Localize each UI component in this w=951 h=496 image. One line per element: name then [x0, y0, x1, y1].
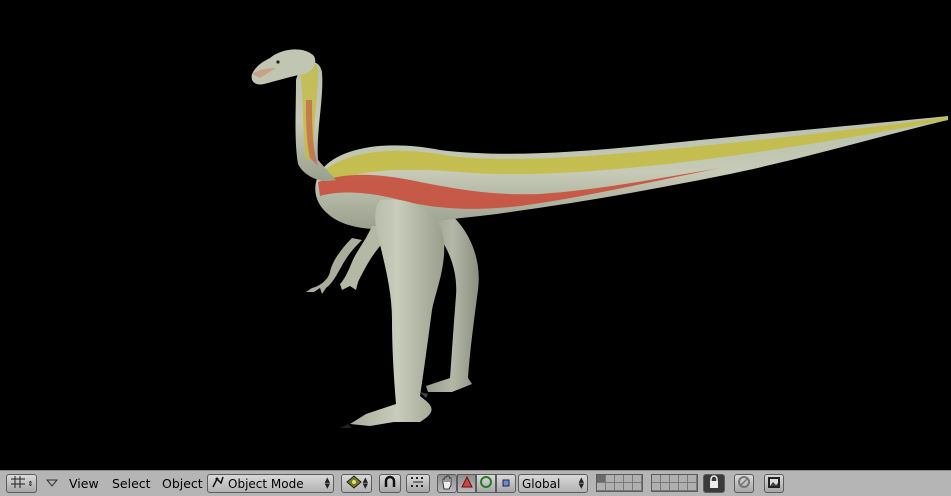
layer-buttons-group-1[interactable]	[596, 474, 643, 493]
3d-view-header: ⇕ View Select Object Object Mode ▲▼ ▲▼	[0, 470, 951, 496]
lock-icon	[708, 475, 720, 492]
scale-toggle[interactable]	[496, 474, 516, 493]
mode-select[interactable]: Object Mode ▲ ▼	[207, 474, 334, 493]
orientation-select-value: Global	[522, 476, 561, 491]
updown-arrows-icon: ▲ ▼	[578, 476, 584, 490]
triangle-icon	[460, 475, 473, 491]
render-button[interactable]	[764, 474, 784, 493]
menu-collapse-button[interactable]	[44, 474, 60, 493]
restrict-link-button[interactable]	[734, 474, 754, 493]
magnet-icon	[383, 475, 397, 492]
mode-select-value: Object Mode	[228, 476, 304, 491]
menu-select[interactable]: Select	[110, 474, 153, 493]
pivot-select[interactable]: ▲ ▼	[341, 474, 372, 493]
manipulator-toggle[interactable]	[437, 474, 457, 493]
square-icon	[501, 477, 511, 491]
link-icon	[737, 475, 751, 492]
layer-buttons-group-2[interactable]	[651, 474, 698, 493]
image-icon	[767, 476, 781, 492]
orientation-select[interactable]: Global ▲ ▼	[518, 474, 588, 493]
updown-arrows-icon: ⇕	[27, 479, 34, 488]
circle-icon	[479, 475, 493, 492]
pivot-cube-icon	[346, 475, 362, 492]
menu-object[interactable]: Object	[160, 474, 205, 493]
rotate-toggle[interactable]	[476, 474, 496, 493]
grid-icon	[10, 475, 26, 492]
object-mode-icon	[211, 475, 225, 492]
updown-arrows-icon: ▲ ▼	[362, 476, 368, 490]
dinosaur-model	[251, 49, 948, 428]
snap-button[interactable]	[406, 474, 430, 493]
triangle-down-icon	[45, 474, 59, 493]
proportional-edit-button[interactable]	[379, 474, 401, 493]
hand-icon	[440, 475, 454, 493]
translate-toggle[interactable]	[457, 474, 476, 493]
editor-type-button[interactable]: ⇕	[6, 474, 37, 493]
lock-layers-button[interactable]	[703, 474, 725, 493]
updown-arrows-icon: ▲ ▼	[324, 476, 330, 490]
3d-viewport[interactable]	[0, 0, 951, 470]
menu-view[interactable]: View	[67, 474, 101, 493]
snap-dots-icon	[409, 475, 427, 492]
